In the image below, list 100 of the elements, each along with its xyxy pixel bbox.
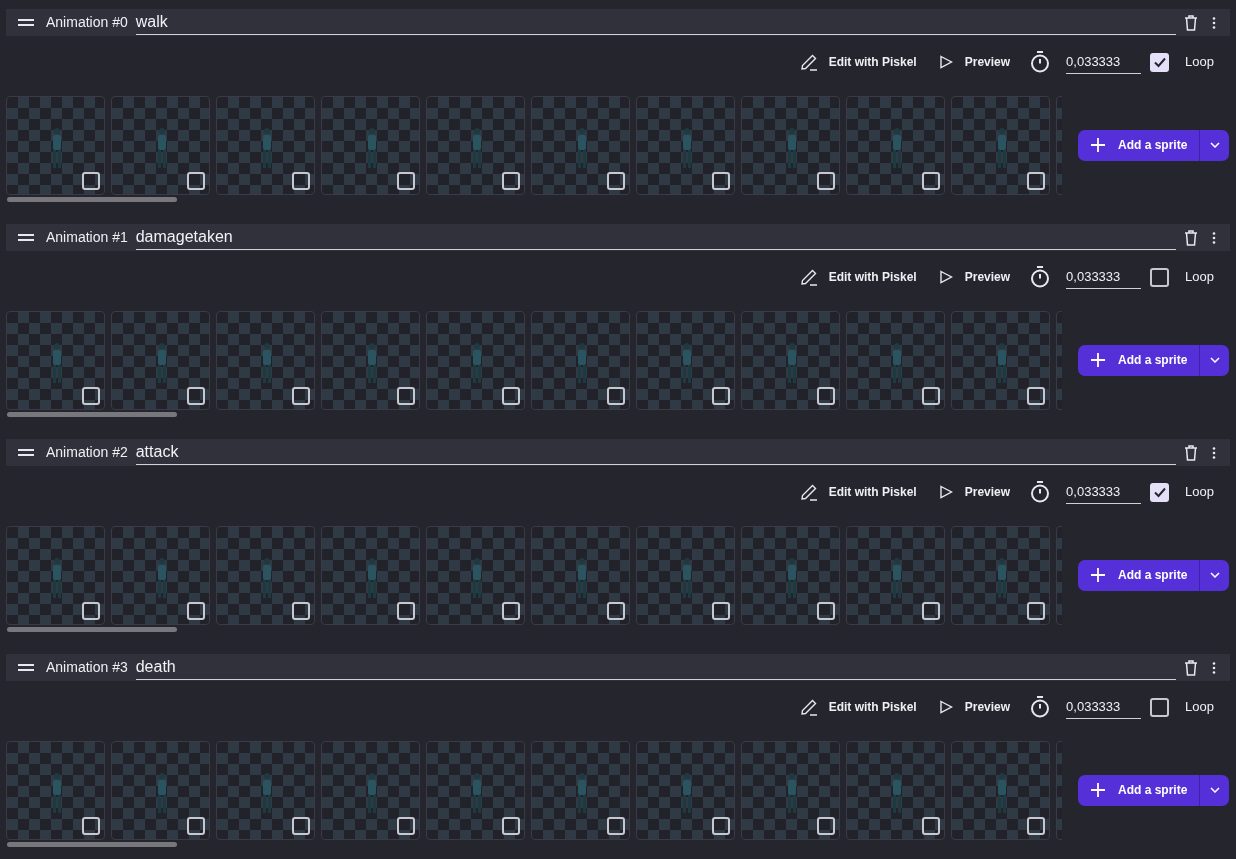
checkbox[interactable] [817,171,835,190]
checkbox[interactable] [292,171,310,190]
drag-handle-icon[interactable] [18,233,34,242]
character-sprite-drawing [575,126,589,169]
character-sprite-drawing [470,771,484,814]
animation-name-field[interactable]: damagetaken [135,225,1176,250]
character-sprite-drawing [890,341,904,384]
checkbox[interactable] [922,816,940,835]
checkbox[interactable] [292,601,310,620]
checkbox[interactable] [922,601,940,620]
checkbox[interactable] [187,386,205,405]
checkbox[interactable] [1150,52,1170,72]
scrollbar-thumb[interactable] [7,412,177,417]
checkbox[interactable] [607,601,625,620]
checkbox[interactable] [607,386,625,405]
trash-icon[interactable] [1184,444,1198,461]
checkbox[interactable] [1027,601,1045,620]
edit-with-piskel-button[interactable]: Edit with Piskel [799,268,917,286]
loop-label: Loop [1185,483,1214,502]
checkbox[interactable] [397,816,415,835]
checkbox[interactable] [187,816,205,835]
edit-with-piskel-button[interactable]: Edit with Piskel [799,53,917,71]
checkbox[interactable] [712,386,730,405]
character-sprite-drawing [365,341,379,384]
checkbox[interactable] [397,171,415,190]
character-sprite-drawing [50,126,64,169]
animation-name-field[interactable]: death [135,655,1176,680]
checkbox[interactable] [82,171,100,190]
edit-with-piskel-button[interactable]: Edit with Piskel [799,483,917,501]
duration-field[interactable]: 0,033333 [1066,50,1142,74]
trash-icon[interactable] [1184,659,1198,676]
checkbox[interactable] [607,816,625,835]
checkbox[interactable] [502,171,520,190]
duration-field[interactable]: 0,033333 [1066,265,1142,289]
checkbox[interactable] [817,386,835,405]
checkbox[interactable] [292,386,310,405]
character-sprite-drawing [995,771,1009,814]
character-sprite-drawing [155,556,169,599]
more-options-icon[interactable] [1212,16,1216,29]
checkbox[interactable] [922,171,940,190]
checkbox[interactable] [817,816,835,835]
animation-label: Animation #2 [46,443,128,462]
drag-handle-icon[interactable] [18,448,34,457]
scrollbar-thumb[interactable] [7,197,177,202]
more-options-icon[interactable] [1212,231,1216,244]
add-sprite-button[interactable]: Add a sprite [1078,559,1200,591]
checkbox[interactable] [502,816,520,835]
checkbox[interactable] [817,601,835,620]
checkbox[interactable] [1150,697,1170,717]
preview-button[interactable]: Preview [938,53,1011,71]
checkbox[interactable] [82,386,100,405]
checkbox[interactable] [292,816,310,835]
play-icon [938,700,953,714]
character-sprite-drawing [470,126,484,169]
checkbox[interactable] [187,171,205,190]
add-sprite-button[interactable]: Add a sprite [1078,774,1200,806]
add-sprite-button[interactable]: Add a sprite [1078,344,1200,376]
checkbox[interactable] [82,816,100,835]
scrollbar-thumb[interactable] [7,627,177,632]
drag-handle-icon[interactable] [18,663,34,672]
checkbox[interactable] [1027,171,1045,190]
checkbox[interactable] [502,386,520,405]
checkbox[interactable] [712,601,730,620]
preview-button[interactable]: Preview [938,698,1011,716]
character-sprite-drawing [680,126,694,169]
more-options-icon[interactable] [1212,446,1216,459]
character-sprite-drawing [365,556,379,599]
animation-name-field[interactable]: walk [135,10,1176,35]
preview-button[interactable]: Preview [938,483,1011,501]
add-sprite-button[interactable]: Add a sprite [1078,129,1200,161]
checkbox[interactable] [397,386,415,405]
checkbox[interactable] [187,601,205,620]
plus-icon [1090,567,1106,583]
checkbox[interactable] [922,386,940,405]
loop-label: Loop [1185,53,1214,72]
preview-button[interactable]: Preview [938,268,1011,286]
more-options-icon[interactable] [1212,661,1216,674]
duration-field[interactable]: 0,033333 [1066,695,1142,719]
duration-field[interactable]: 0,033333 [1066,480,1142,504]
checkbox[interactable] [1150,482,1170,502]
edit-with-piskel-button[interactable]: Edit with Piskel [799,698,917,716]
animation-name-field[interactable]: attack [135,440,1176,465]
character-sprite-drawing [785,556,799,599]
character-sprite-drawing [785,126,799,169]
plus-icon [1090,137,1106,153]
checkbox[interactable] [712,171,730,190]
checkbox[interactable] [1150,267,1170,287]
checkbox[interactable] [1027,386,1045,405]
drag-handle-icon[interactable] [18,18,34,27]
character-sprite-drawing [50,341,64,384]
trash-icon[interactable] [1184,229,1198,246]
scrollbar-thumb[interactable] [7,842,177,847]
trash-icon[interactable] [1184,14,1198,31]
checkbox[interactable] [82,601,100,620]
checkbox[interactable] [712,816,730,835]
character-sprite-drawing [155,126,169,169]
checkbox[interactable] [1027,816,1045,835]
checkbox[interactable] [502,601,520,620]
checkbox[interactable] [607,171,625,190]
checkbox[interactable] [397,601,415,620]
